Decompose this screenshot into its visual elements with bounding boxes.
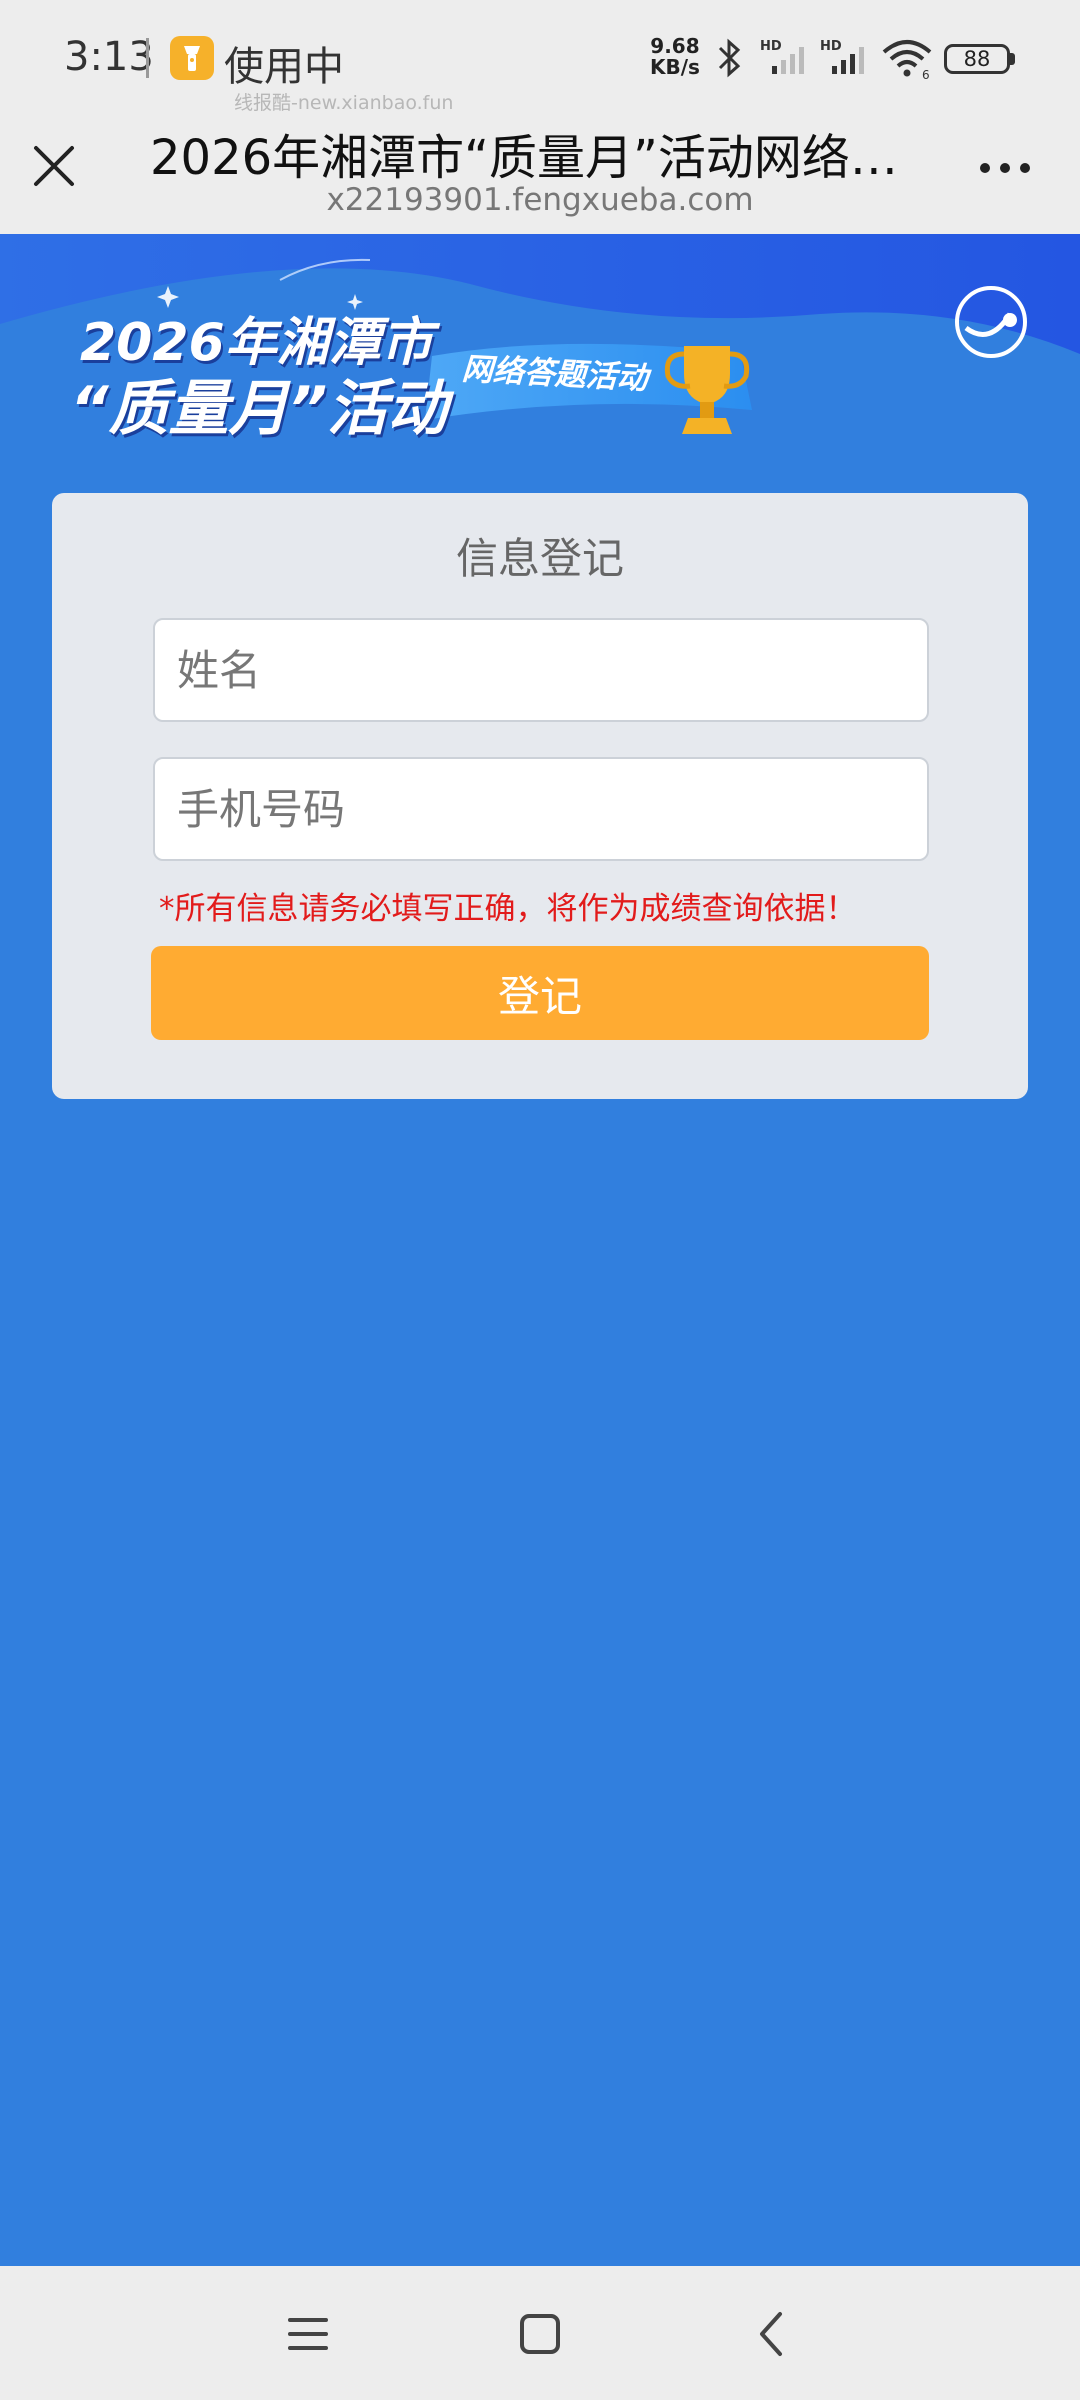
signal-hd-label-2: HD [820,39,842,54]
flashlight-icon [170,36,214,80]
wifi-badge: 6 [922,68,930,80]
event-banner: 2026年湘潭市 “质量月”活动 网络答题活动 [0,234,1080,484]
watermark-text: 线报酷-new.xianbao.fun [234,92,454,114]
banner-ribbon-text: 网络答题活动 [461,351,649,397]
menu-icon [288,2318,328,2350]
close-icon [34,146,74,186]
back-button[interactable] [742,2304,802,2364]
battery-tip [1010,53,1015,65]
form-notice: *所有信息请务必填写正确，将作为成绩查询依据！ [159,891,857,927]
status-bar: 3:13 使用中 9.68 KB/s HD HD 6 88 [0,0,1080,118]
more-options-button[interactable] [975,148,1035,188]
phone-input[interactable] [153,757,929,861]
menu-button[interactable] [278,2304,338,2364]
name-input[interactable] [153,618,929,722]
system-nav-bar [0,2266,1080,2400]
registration-card: 信息登记 *所有信息请务必填写正确，将作为成绩查询依据！ 登记 [52,493,1028,1099]
wifi-icon: 6 [880,36,934,84]
more-dots-icon [980,163,1030,173]
bluetooth-icon [712,36,746,84]
signal-hd-label-1: HD [760,39,782,54]
close-button[interactable] [26,138,82,194]
network-speed-unit: KB/s [650,55,700,79]
status-separator [146,38,149,78]
page-url: x22193901.fengxueba.com [326,182,754,218]
home-button[interactable] [510,2304,570,2364]
status-time: 3:13 [64,34,154,80]
page-title: 2026年湘潭市“质量月”活动网络答… [150,130,910,186]
home-square-icon [520,2314,560,2354]
battery-level: 88 [963,47,991,71]
banner-headline-line2: “质量月”活动 [70,374,448,444]
form-title: 信息登记 [455,534,624,583]
register-button[interactable]: 登记 [151,946,929,1040]
app-status-label: 使用中 [224,44,344,90]
back-chevron-icon [760,2312,782,2356]
network-speed: 9.68 KB/s [650,36,700,78]
cellular-signal-2-icon: HD [820,36,880,84]
cellular-signal-1-icon: HD [760,36,820,84]
browser-title-bar: 线报酷-new.xianbao.fun 2026年湘潭市“质量月”活动网络答… … [0,92,1080,234]
network-speed-value: 9.68 [650,34,700,58]
